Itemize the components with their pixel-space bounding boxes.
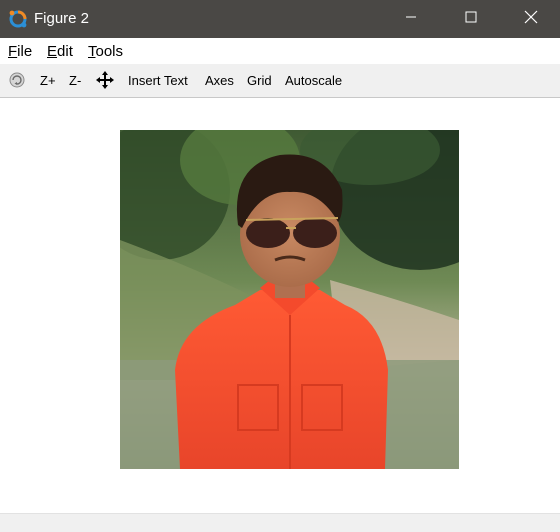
figure-canvas[interactable] bbox=[0, 98, 560, 513]
menu-tools-accel: T bbox=[88, 43, 96, 60]
title-bar: Figure 2 bbox=[0, 0, 560, 38]
figure-toolbar: Z+ Z- Insert Text Axes Grid Autoscale bbox=[0, 64, 560, 98]
status-bar bbox=[0, 513, 560, 532]
menu-file[interactable]: File bbox=[8, 43, 32, 60]
autoscale-button[interactable]: Autoscale bbox=[285, 73, 342, 88]
maximize-icon bbox=[465, 10, 477, 28]
menu-edit-label: dit bbox=[57, 43, 73, 60]
menu-file-accel: F bbox=[8, 43, 18, 60]
pan-move-icon[interactable] bbox=[96, 71, 114, 89]
grid-button[interactable]: Grid bbox=[247, 73, 272, 88]
close-icon bbox=[524, 10, 538, 29]
menu-edit[interactable]: Edit bbox=[47, 43, 73, 60]
zoom-out-button[interactable]: Z- bbox=[69, 73, 81, 88]
zoom-in-button[interactable]: Z+ bbox=[40, 73, 56, 88]
menu-edit-accel: E bbox=[47, 43, 58, 60]
insert-text-button[interactable]: Insert Text bbox=[128, 73, 188, 88]
maximize-button[interactable] bbox=[448, 0, 494, 38]
minimize-icon bbox=[405, 10, 417, 28]
close-button[interactable] bbox=[508, 0, 554, 38]
axes-button[interactable]: Axes bbox=[205, 73, 234, 88]
octave-logo-icon bbox=[8, 9, 28, 29]
minimize-button[interactable] bbox=[388, 0, 434, 38]
photograph-image bbox=[120, 130, 459, 469]
menu-file-label: ile bbox=[17, 43, 33, 60]
menu-tools[interactable]: Tools bbox=[88, 43, 123, 60]
rotate-3d-icon[interactable] bbox=[8, 71, 26, 89]
menu-tools-label: ools bbox=[95, 43, 124, 60]
menu-bar: File Edit Tools bbox=[0, 38, 560, 64]
window-title: Figure 2 bbox=[34, 10, 90, 27]
